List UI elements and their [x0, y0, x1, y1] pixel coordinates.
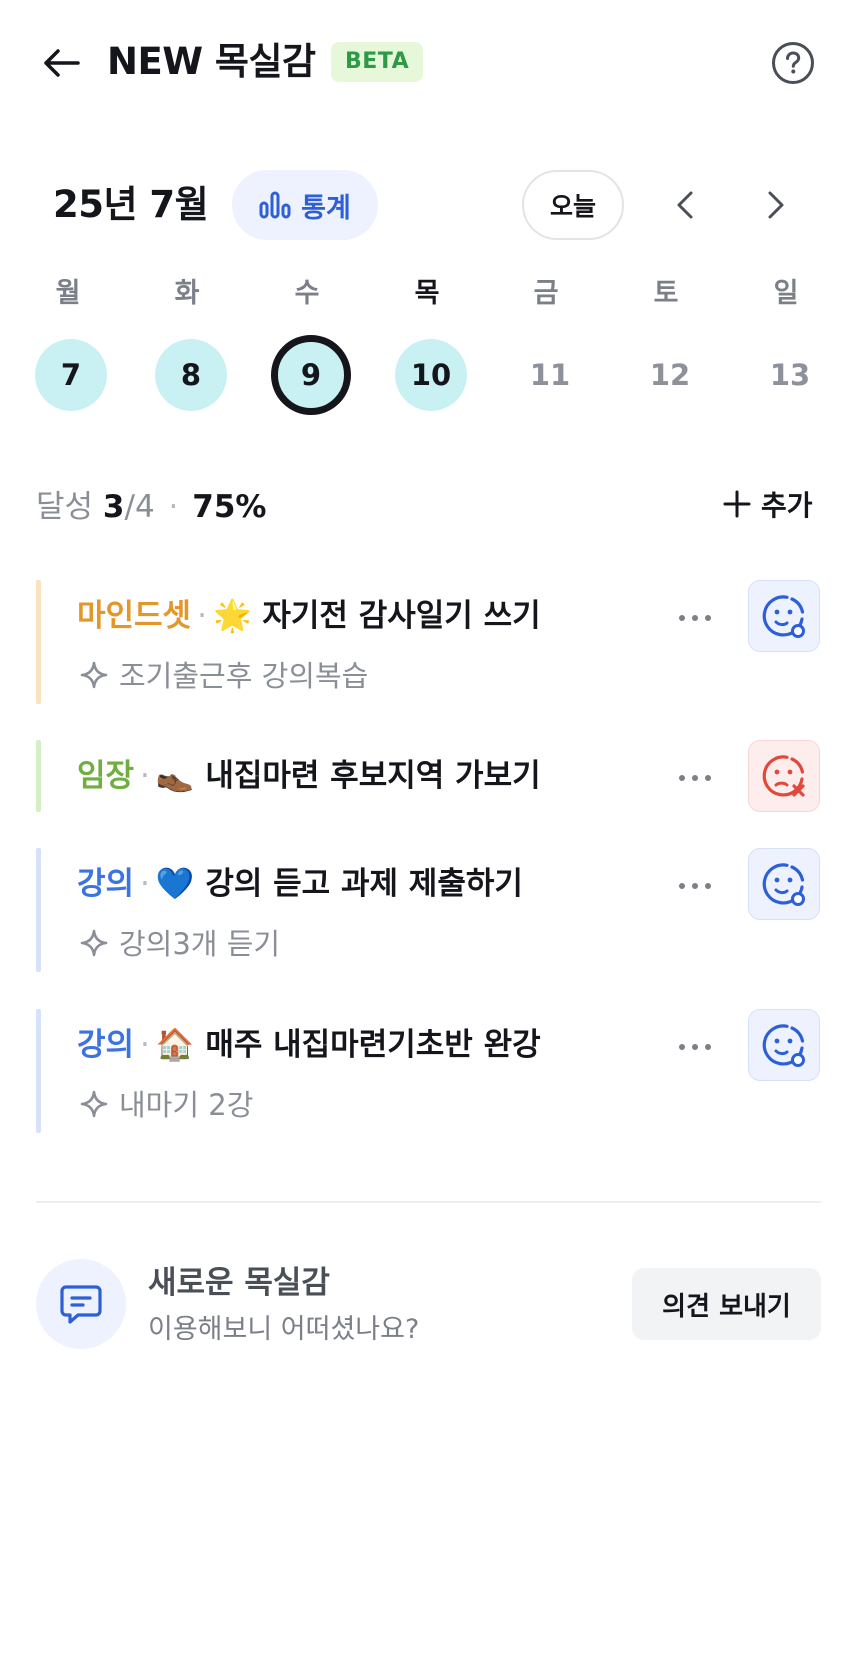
day-cell[interactable]: 12 [634, 339, 706, 411]
feedback-subtitle: 이용해보니 어떠셨나요? [148, 1314, 420, 1345]
day-cell[interactable]: 11 [514, 339, 586, 411]
separator-dot: · [140, 758, 150, 794]
app-header: NEW 목실감 BETA [0, 0, 855, 125]
page-title: NEW 목실감 [107, 40, 316, 83]
achievement-slash: / [124, 489, 135, 525]
goal-subtask-text: 조기출근후 강의복습 [119, 659, 369, 693]
goal-subtask: 조기출근후 강의복습 [79, 656, 368, 696]
goal-title: 임장 · 👞 내집마련 후보지역 가보기 [77, 754, 541, 798]
day-cell-selected[interactable]: 9 [271, 335, 351, 415]
goal-emoji: 💙 [155, 866, 195, 902]
goal-subtask: 강의3개 듣기 [79, 924, 280, 964]
stats-label: 통계 [301, 192, 351, 224]
weekday-thu: 목 [414, 278, 440, 309]
month-label: 25년 7월 [53, 183, 209, 226]
goal-emoji: 👞 [155, 758, 195, 794]
day-cell[interactable]: 13 [754, 339, 826, 411]
goal-text: 자기전 감사일기 쓰기 [262, 598, 541, 634]
sparkle-icon [80, 661, 108, 689]
achievement-summary: 달성 3/4 · 75% [36, 486, 266, 528]
day-cell[interactable]: 10 [395, 339, 467, 411]
divider [36, 1201, 821, 1203]
weekday-sun: 일 [773, 278, 799, 309]
weekday-mon: 월 [55, 278, 81, 309]
today-button[interactable]: 오늘 [522, 170, 624, 240]
mood-sad-cross-icon[interactable] [748, 740, 820, 812]
goal-emoji: 🏠 [155, 1027, 195, 1063]
mood-happy-check-icon[interactable] [748, 580, 820, 652]
separator-dot: · [140, 866, 150, 902]
achievement-total: 4 [134, 489, 155, 525]
sparkle-icon [80, 929, 108, 957]
bar-chart-icon [259, 191, 291, 219]
add-goal-button[interactable]: 추가 [723, 484, 813, 524]
goal-subtask-text: 내마기 2강 [119, 1088, 254, 1122]
plus-icon [723, 490, 751, 518]
goal-category: 마인드셋 [77, 598, 192, 634]
weekday-fri: 금 [533, 278, 559, 309]
more-options-icon[interactable] [665, 868, 725, 904]
mood-happy-check-icon[interactable] [748, 1009, 820, 1081]
goal-item[interactable]: 강의 · 💙 강의 듣고 과제 제출하기 강의3개 듣기 [36, 848, 821, 972]
send-feedback-button[interactable]: 의견 보내기 [632, 1268, 821, 1340]
goal-item[interactable]: 임장 · 👞 내집마련 후보지역 가보기 [36, 740, 821, 812]
sparkle-icon [80, 1090, 108, 1118]
achievement-label: 달성 [36, 489, 94, 525]
achievement-percent: 75% [192, 489, 267, 525]
goal-category: 강의 [77, 1027, 135, 1063]
goal-category-bar [36, 848, 41, 972]
help-icon[interactable] [770, 40, 816, 86]
feedback-title: 새로운 목실감 [148, 1265, 330, 1301]
goal-text: 매주 내집마련기초반 완강 [205, 1027, 541, 1063]
weekday-tue: 화 [174, 278, 200, 309]
goal-category-bar [36, 580, 41, 704]
goal-title: 강의 · 💙 강의 듣고 과제 제출하기 [77, 862, 523, 906]
goal-item[interactable]: 강의 · 🏠 매주 내집마련기초반 완강 내마기 2강 [36, 1009, 821, 1133]
back-arrow-icon[interactable] [38, 40, 84, 86]
day-cell[interactable]: 8 [155, 339, 227, 411]
goal-text: 강의 듣고 과제 제출하기 [205, 866, 523, 902]
goal-category-bar [36, 740, 41, 812]
more-options-icon[interactable] [665, 760, 725, 796]
more-options-icon[interactable] [665, 600, 725, 636]
stats-button[interactable]: 통계 [232, 170, 378, 240]
chevron-left-icon[interactable] [662, 182, 708, 228]
more-options-icon[interactable] [665, 1029, 725, 1065]
beta-badge: BETA [331, 42, 424, 82]
goal-title: 강의 · 🏠 매주 내집마련기초반 완강 [77, 1023, 541, 1067]
goal-category: 강의 [77, 866, 135, 902]
goal-emoji: 🌟 [212, 598, 252, 634]
separator-dot: · [197, 598, 207, 634]
chat-bubble-icon [60, 1285, 102, 1324]
goal-category-bar [36, 1009, 41, 1133]
feedback-icon-wrap [36, 1259, 126, 1349]
weekday-wed: 수 [294, 278, 320, 309]
goal-subtask: 내마기 2강 [79, 1085, 253, 1125]
goal-subtask-text: 강의3개 듣기 [119, 927, 281, 961]
mood-happy-check-icon[interactable] [748, 848, 820, 920]
goal-text: 내집마련 후보지역 가보기 [205, 758, 541, 794]
chevron-right-icon[interactable] [753, 182, 799, 228]
add-label: 추가 [761, 489, 813, 522]
weekday-sat: 토 [653, 278, 679, 309]
goal-item[interactable]: 마인드셋 · 🌟 자기전 감사일기 쓰기 조기출근후 강의복습 [36, 580, 821, 704]
separator-dot: · [140, 1027, 150, 1063]
goal-category: 임장 [77, 758, 135, 794]
separator-dot: · [168, 489, 179, 525]
achievement-done: 3 [102, 489, 125, 525]
day-cell[interactable]: 7 [35, 339, 107, 411]
goal-title: 마인드셋 · 🌟 자기전 감사일기 쓰기 [77, 594, 541, 638]
